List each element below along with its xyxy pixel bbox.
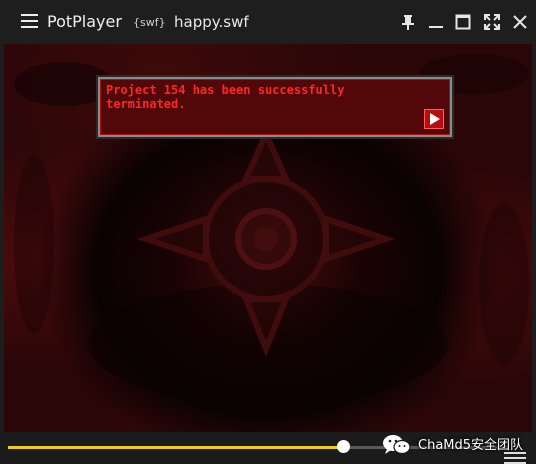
wechat-icon	[382, 433, 412, 457]
watermark-text: ChaMd5安全团队	[418, 438, 524, 453]
fullscreen-icon[interactable]	[482, 12, 502, 32]
close-icon[interactable]	[510, 12, 530, 32]
file-type-label: {swf}	[133, 16, 166, 29]
dialog-message: Project 154 has been successfully termin…	[106, 83, 345, 111]
seek-progress-fill	[8, 446, 343, 449]
control-bar: ChaMd5安全团队	[0, 432, 536, 464]
message-dialog: Project 154 has been successfully termin…	[98, 77, 452, 137]
playlist-icon[interactable]	[504, 452, 526, 464]
app-title: PotPlayer	[47, 12, 122, 31]
title-bar: PotPlayer {swf} happy.swf	[0, 0, 536, 44]
file-name-label: happy.swf	[174, 13, 249, 31]
video-area[interactable]: Project 154 has been successfully termin…	[4, 44, 532, 432]
seek-thumb[interactable]	[337, 440, 350, 453]
pin-icon[interactable]	[398, 12, 418, 32]
menu-icon[interactable]	[21, 14, 38, 29]
maximize-icon[interactable]	[453, 12, 473, 32]
play-triangle-icon[interactable]	[424, 109, 444, 129]
minimize-icon[interactable]	[426, 12, 446, 32]
